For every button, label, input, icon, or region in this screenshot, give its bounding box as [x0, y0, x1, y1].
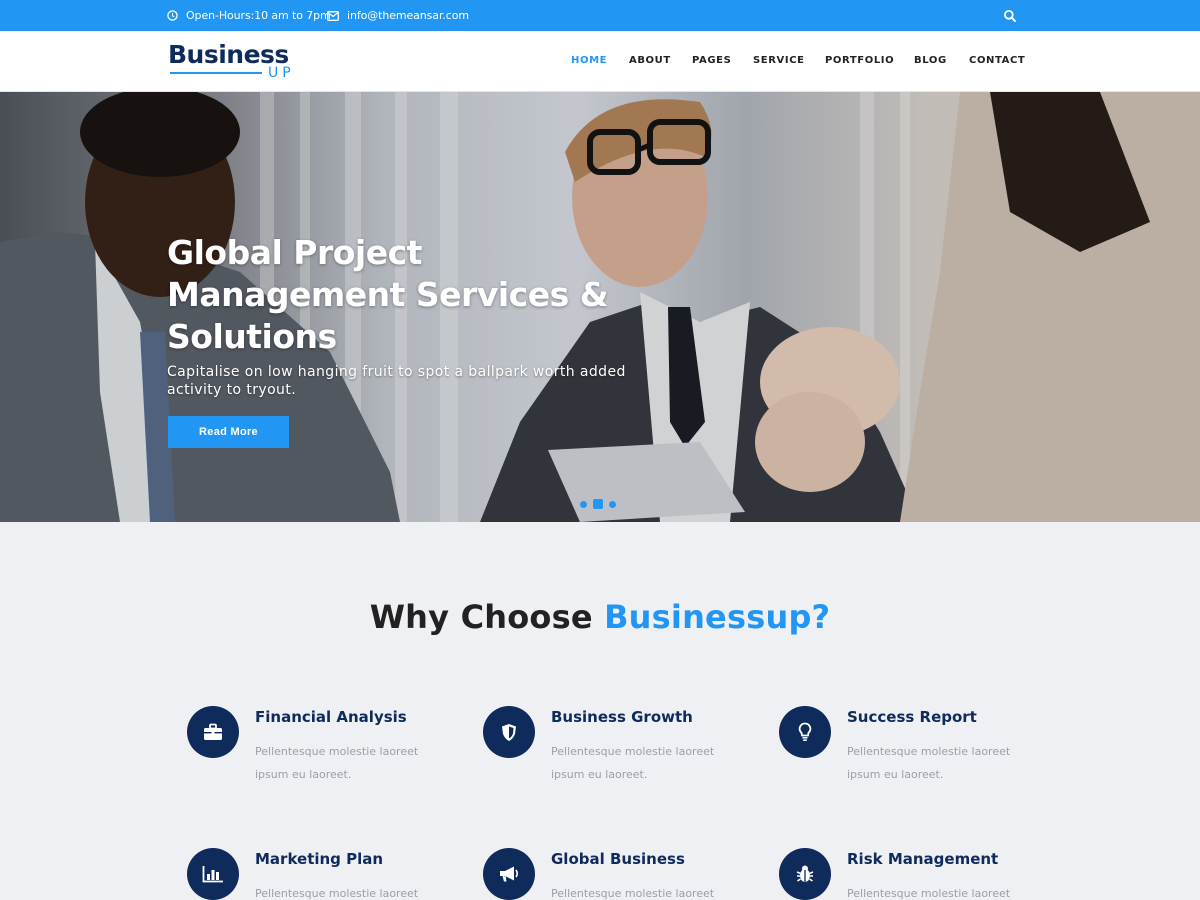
slider-dots	[580, 499, 616, 509]
section-title-accent: Businessup?	[604, 598, 831, 636]
feature-icon-circle	[779, 706, 831, 758]
slide-dot-3[interactable]	[609, 500, 616, 508]
megaphone-icon	[500, 866, 519, 882]
feature-icon-circle	[483, 848, 535, 900]
lightbulb-icon	[798, 722, 812, 741]
feature-success-report: Success Report Pellentesque molestie lao…	[779, 706, 1039, 796]
section-title: Why Choose Businessup?	[0, 598, 1200, 636]
feature-icon-circle	[483, 706, 535, 758]
site-logo[interactable]: Business UP	[168, 40, 298, 84]
bar-chart-icon	[202, 866, 223, 883]
read-more-button[interactable]: Read More	[168, 416, 289, 448]
feature-description: Pellentesque molestie laoreet	[551, 887, 715, 900]
feature-global-business: Global Business Pellentesque molestie la…	[483, 848, 743, 900]
feature-title: Success Report	[847, 708, 977, 726]
feature-description: Pellentesque molestie laoreet	[847, 887, 1011, 900]
section-title-text: Why Choose	[369, 598, 605, 636]
feature-title: Business Growth	[551, 708, 693, 726]
logo-underline	[170, 72, 262, 74]
logo-subtext: UP	[268, 65, 295, 81]
slide-dot-2[interactable]	[593, 499, 603, 509]
feature-icon-circle	[187, 706, 239, 758]
shield-icon	[502, 723, 516, 741]
opening-hours-text: Open-Hours:10 am to 7pm	[186, 9, 331, 22]
hero-slider: Global Project Management Services & Sol…	[0, 92, 1200, 522]
bug-icon	[796, 865, 814, 882]
feature-title: Financial Analysis	[255, 708, 407, 726]
envelope-icon	[327, 10, 339, 21]
search-icon[interactable]	[1003, 9, 1017, 23]
top-bar: Open-Hours:10 am to 7pm info@themeansar.…	[0, 0, 1200, 31]
feature-title: Marketing Plan	[255, 850, 384, 868]
contact-email[interactable]: info@themeansar.com	[327, 0, 469, 31]
feature-title: Risk Management	[847, 850, 999, 868]
feature-risk-management: Risk Management Pellentesque molestie la…	[779, 848, 1039, 900]
slide-dot-1[interactable]	[580, 500, 587, 508]
feature-financial-analysis: Financial Analysis Pellentesque molestie…	[187, 706, 447, 796]
contact-email-text[interactable]: info@themeansar.com	[347, 9, 469, 22]
hero-subtitle: Capitalise on low hanging fruit to spot …	[167, 364, 626, 398]
nav-portfolio[interactable]: PORTFOLIO	[825, 55, 894, 66]
feature-business-growth: Business Growth Pellentesque molestie la…	[483, 706, 743, 796]
clock-icon	[167, 10, 178, 21]
feature-description: Pellentesque molestie laoreet ipsum eu l…	[847, 745, 1011, 781]
opening-hours: Open-Hours:10 am to 7pm	[167, 0, 331, 31]
feature-description: Pellentesque molestie laoreet ipsum eu l…	[255, 745, 419, 781]
feature-description: Pellentesque molestie laoreet	[255, 887, 419, 900]
feature-marketing-plan: Marketing Plan Pellentesque molestie lao…	[187, 848, 447, 900]
nav-home[interactable]: HOME	[571, 55, 607, 66]
nav-blog[interactable]: BLOG	[914, 55, 947, 66]
feature-icon-circle	[779, 848, 831, 900]
nav-contact[interactable]: CONTACT	[969, 55, 1025, 66]
site-header: Business UP HOME ABOUT PAGES SERVICE POR…	[0, 31, 1200, 92]
nav-service[interactable]: SERVICE	[753, 55, 805, 66]
briefcase-icon	[204, 723, 222, 740]
nav-pages[interactable]: PAGES	[692, 55, 731, 66]
feature-title: Global Business	[551, 850, 685, 868]
feature-icon-circle	[187, 848, 239, 900]
feature-description: Pellentesque molestie laoreet ipsum eu l…	[551, 745, 715, 781]
nav-about[interactable]: ABOUT	[629, 55, 671, 66]
hero-title: Global Project Management Services & Sol…	[167, 233, 609, 356]
